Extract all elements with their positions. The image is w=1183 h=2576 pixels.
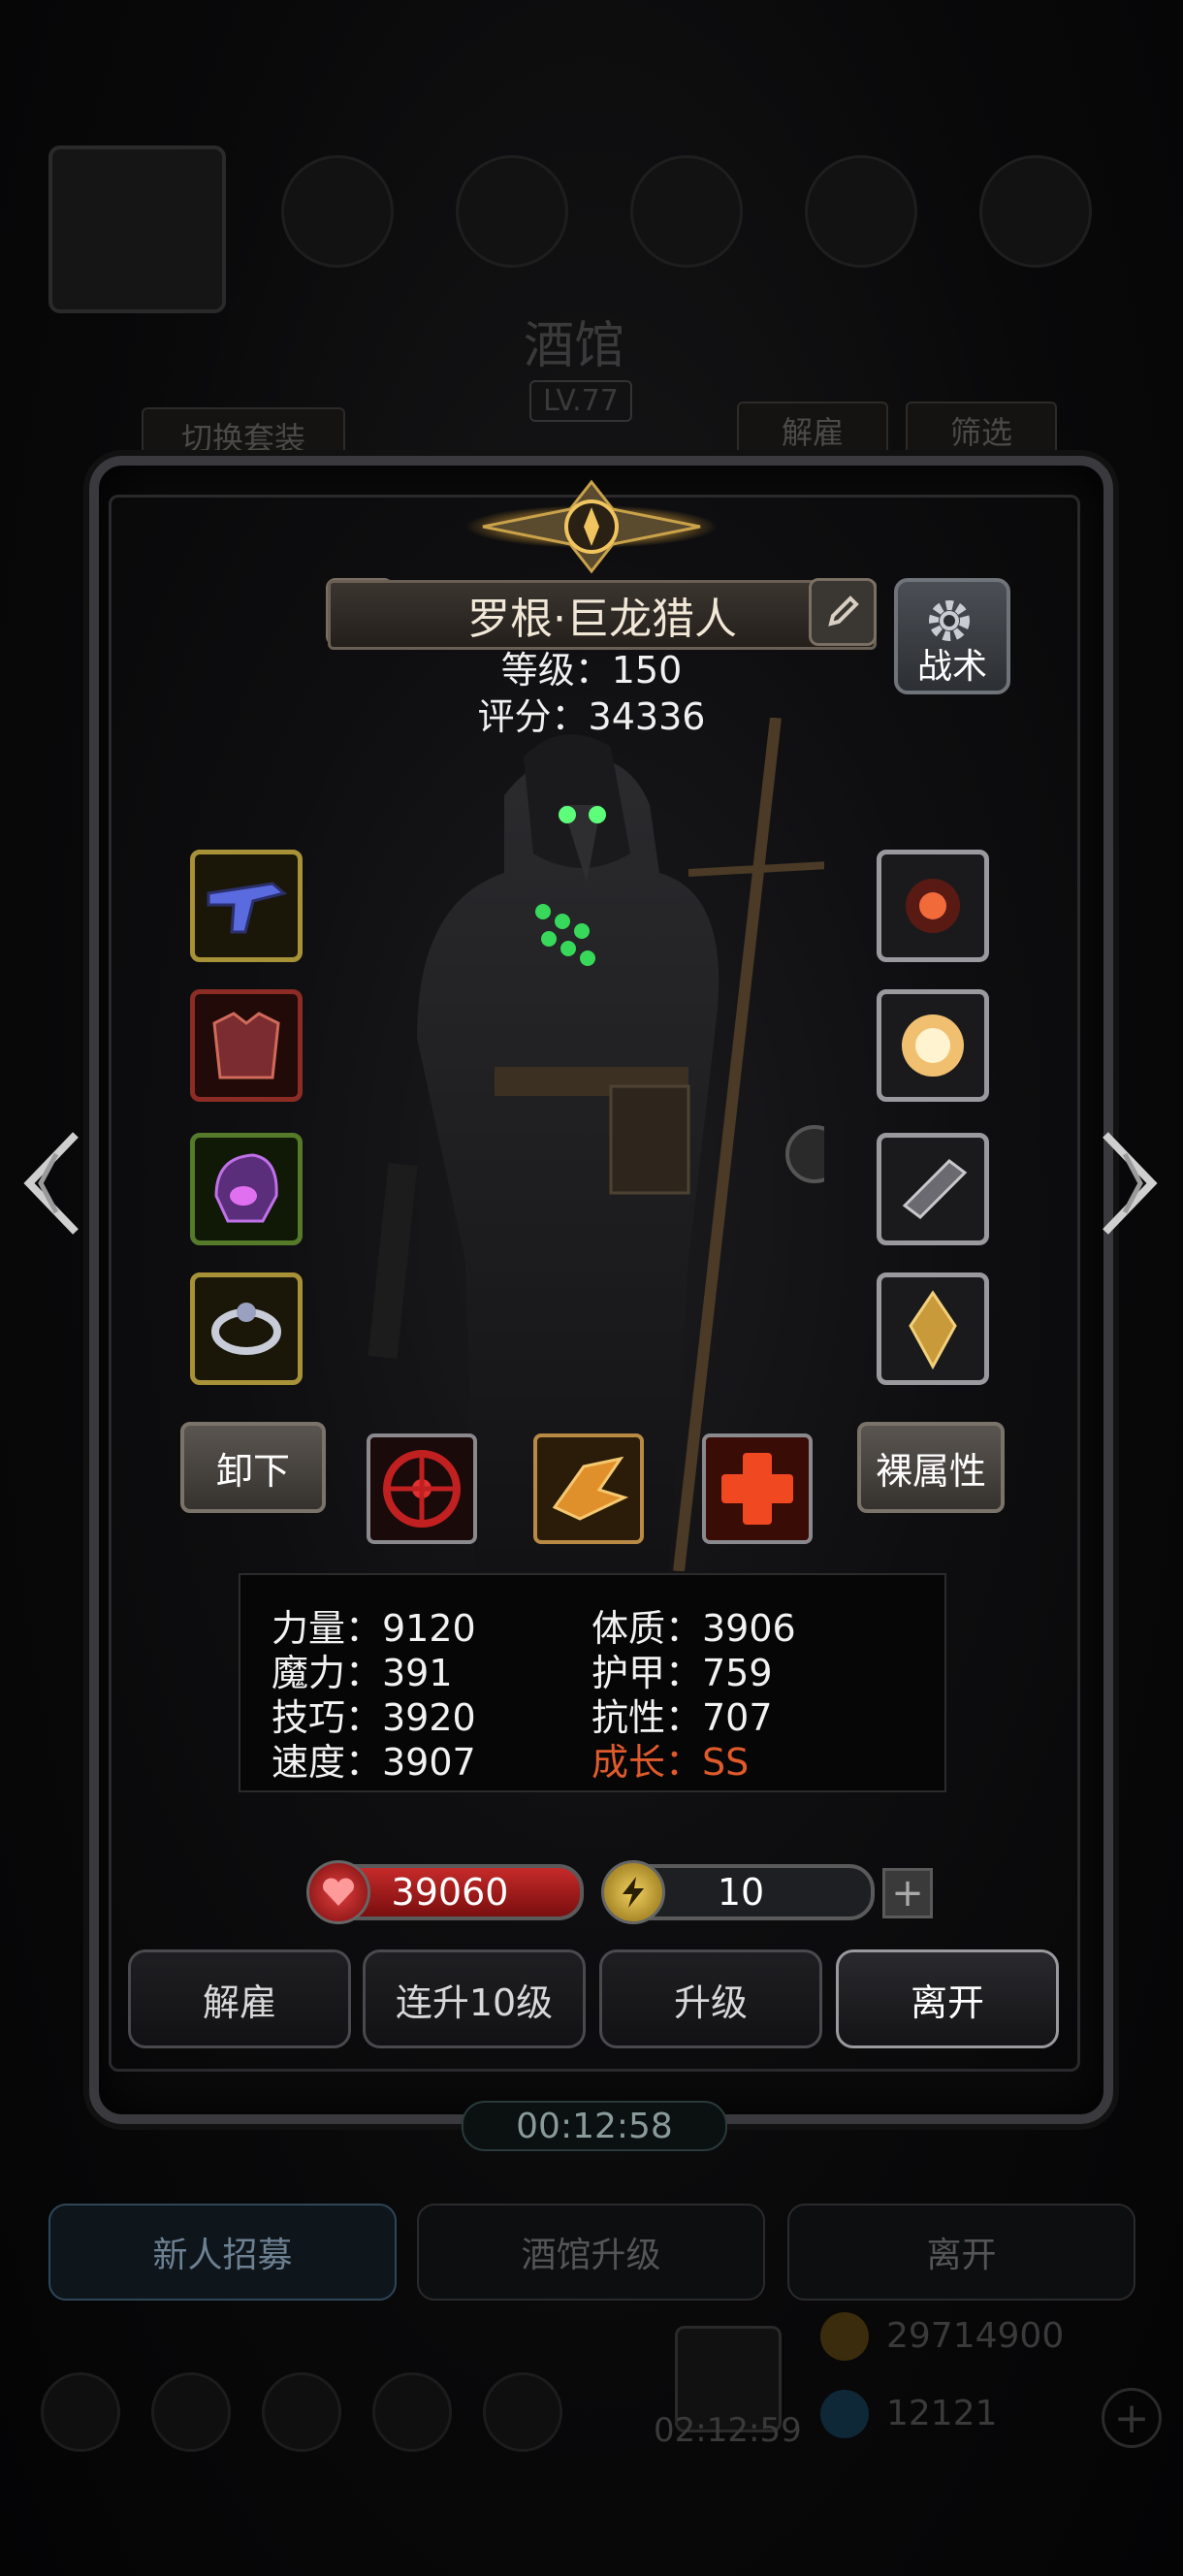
menu-icon[interactable] bbox=[372, 2372, 452, 2452]
equip-slot-pendant[interactable] bbox=[877, 1272, 989, 1385]
prev-hero-arrow-icon[interactable] bbox=[14, 1125, 91, 1241]
menu-icon[interactable] bbox=[151, 2372, 231, 2452]
resource-icon bbox=[979, 155, 1092, 268]
add-icon[interactable]: + bbox=[1102, 2388, 1162, 2448]
equip-slot-gauntlet[interactable] bbox=[877, 1133, 989, 1245]
menu-icon[interactable] bbox=[483, 2372, 562, 2452]
resource-icon bbox=[630, 155, 743, 268]
heart-icon bbox=[306, 1860, 370, 1924]
chest-timer: 02:12:59 bbox=[654, 2411, 802, 2450]
gem-amount: 12121 bbox=[886, 2394, 998, 2433]
tavern-title: 酒馆 bbox=[524, 317, 625, 375]
menu-icon[interactable] bbox=[262, 2372, 341, 2452]
resource-icon bbox=[805, 155, 917, 268]
gold-amount: 29714900 bbox=[886, 2316, 1065, 2356]
resource-icon bbox=[281, 155, 394, 268]
crest-emblem-icon bbox=[465, 479, 718, 574]
filter-button[interactable]: 筛选 bbox=[906, 402, 1057, 460]
energy-value: 10 bbox=[717, 1871, 765, 1914]
add-energy-button[interactable]: + bbox=[882, 1868, 933, 1918]
base-attributes-button[interactable]: 裸属性 bbox=[857, 1422, 1005, 1513]
stat-growth: 成长：SS bbox=[592, 1741, 750, 1784]
hp-value: 39060 bbox=[391, 1871, 509, 1914]
hero-level: 等级：150 bbox=[500, 649, 683, 692]
stat-speed: 速度：3907 bbox=[272, 1741, 476, 1784]
tavern-upgrade-button[interactable]: 酒馆升级 bbox=[417, 2204, 765, 2301]
leave-tavern-button[interactable]: 离开 bbox=[787, 2204, 1135, 2301]
edit-name-icon[interactable] bbox=[809, 578, 877, 646]
equip-slot-amulet[interactable] bbox=[877, 850, 989, 962]
skill-dragon-icon[interactable] bbox=[533, 1433, 644, 1544]
timer: 00:12:58 bbox=[462, 2101, 727, 2151]
gem-icon bbox=[820, 2390, 869, 2438]
gold-icon bbox=[820, 2312, 869, 2361]
lightning-icon bbox=[601, 1860, 665, 1924]
unequip-button[interactable]: 卸下 bbox=[180, 1422, 326, 1513]
menu-icon[interactable] bbox=[41, 2372, 120, 2452]
equip-slot-pistol[interactable] bbox=[190, 850, 303, 962]
skill-heal-cross-icon[interactable] bbox=[702, 1433, 813, 1544]
equip-slot-armor[interactable] bbox=[190, 989, 303, 1102]
skill-crosshair-icon[interactable] bbox=[367, 1433, 477, 1544]
upgrade-button[interactable]: 升级 bbox=[599, 1949, 822, 2048]
resource-icon bbox=[456, 155, 568, 268]
equip-slot-ring[interactable] bbox=[190, 1272, 303, 1385]
equip-slot-orb[interactable] bbox=[877, 989, 989, 1102]
tavern-level: LV.77 bbox=[529, 380, 632, 422]
equip-slot-helm[interactable] bbox=[190, 1133, 303, 1245]
recruit-button[interactable]: 新人招募 bbox=[48, 2204, 397, 2301]
dismiss-button[interactable]: 解雇 bbox=[128, 1949, 351, 2048]
leave-button[interactable]: 离开 bbox=[836, 1949, 1059, 2048]
player-avatar bbox=[48, 145, 226, 313]
next-hero-arrow-icon[interactable] bbox=[1090, 1125, 1167, 1241]
dismiss-filter-button[interactable]: 解雇 bbox=[737, 402, 888, 460]
upgrade-10-button[interactable]: 连升10级 bbox=[363, 1949, 586, 2048]
